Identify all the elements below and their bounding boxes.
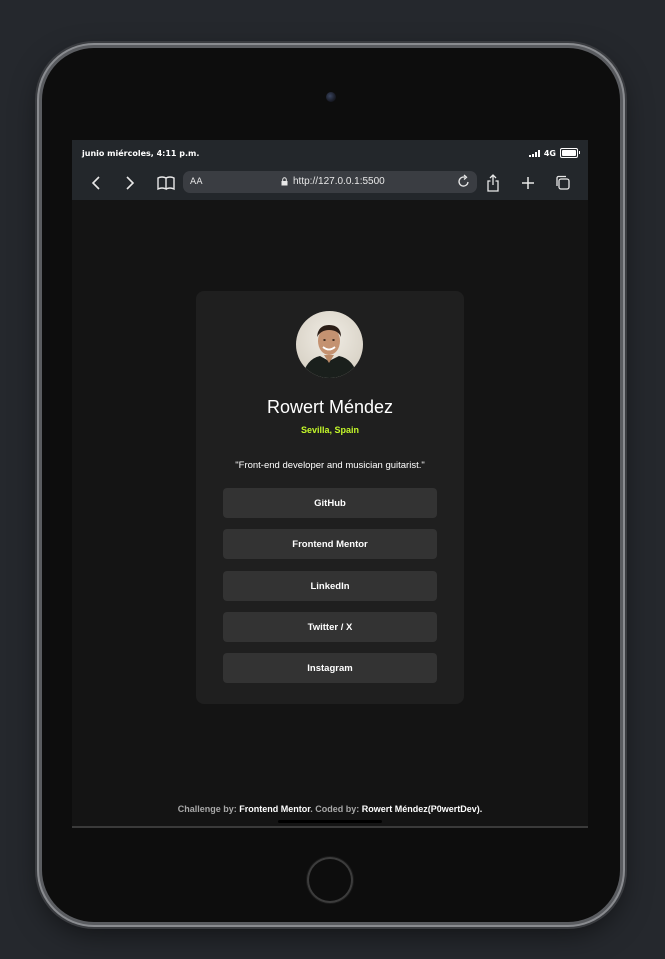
forward-icon[interactable] — [124, 174, 136, 192]
bookmarks-icon[interactable] — [156, 174, 176, 192]
home-indicator — [278, 820, 382, 823]
instagram-link-button[interactable]: Instagram — [223, 653, 437, 683]
profile-location: Sevilla, Spain — [300, 425, 360, 435]
new-tab-icon[interactable] — [521, 174, 535, 192]
text-size-button[interactable]: AA — [190, 177, 203, 187]
footer-author-link[interactable]: Rowert Méndez(P0wertDev) — [362, 804, 480, 814]
profile-name: Rowert Méndez — [266, 397, 394, 417]
twitter-link-button[interactable]: Twitter / X — [223, 612, 437, 642]
signal-icon — [528, 149, 540, 157]
lock-icon — [281, 177, 288, 186]
front-camera — [326, 92, 336, 102]
status-indicators: 4G — [528, 148, 580, 158]
home-button[interactable] — [307, 857, 353, 903]
reload-icon[interactable] — [457, 174, 471, 192]
attribution-footer: Challenge by: Frontend Mentor. Coded by:… — [72, 804, 588, 814]
share-icon[interactable] — [486, 174, 500, 192]
web-page: Rowert Méndez Sevilla, Spain "Front-end … — [72, 200, 588, 828]
profile-bio: "Front-end developer and musician guitar… — [235, 460, 425, 471]
tabs-overview-icon[interactable] — [555, 174, 571, 192]
address-bar[interactable]: AA http://127.0.0.1:5500 — [183, 171, 477, 193]
footer-suffix: . — [479, 804, 483, 814]
screen-bottom-edge — [72, 826, 588, 828]
browser-toolbar: AA http://127.0.0.1:5500 — [72, 166, 588, 200]
footer-frontend-mentor-link[interactable]: Frontend Mentor — [239, 804, 310, 814]
profile-card: Rowert Méndez Sevilla, Spain "Front-end … — [196, 291, 464, 704]
github-link-button[interactable]: GitHub — [223, 488, 437, 518]
status-bar: junio miércoles, 4:11 p.m. 4G — [72, 140, 588, 166]
frontend-mentor-link-button[interactable]: Frontend Mentor — [223, 529, 437, 559]
footer-challenge-prefix: Challenge by: — [177, 804, 240, 814]
network-type: 4G — [543, 148, 556, 158]
linkedin-link-button[interactable]: LinkedIn — [223, 571, 437, 601]
status-time: junio miércoles, 4:11 p.m. — [82, 149, 200, 158]
url-text: http://127.0.0.1:5500 — [293, 176, 385, 187]
footer-coded-prefix: . Coded by: — [310, 804, 362, 814]
battery-icon — [560, 148, 580, 158]
tablet-screen: junio miércoles, 4:11 p.m. 4G AA http://… — [72, 140, 588, 828]
avatar — [296, 311, 363, 378]
back-icon[interactable] — [90, 174, 102, 192]
